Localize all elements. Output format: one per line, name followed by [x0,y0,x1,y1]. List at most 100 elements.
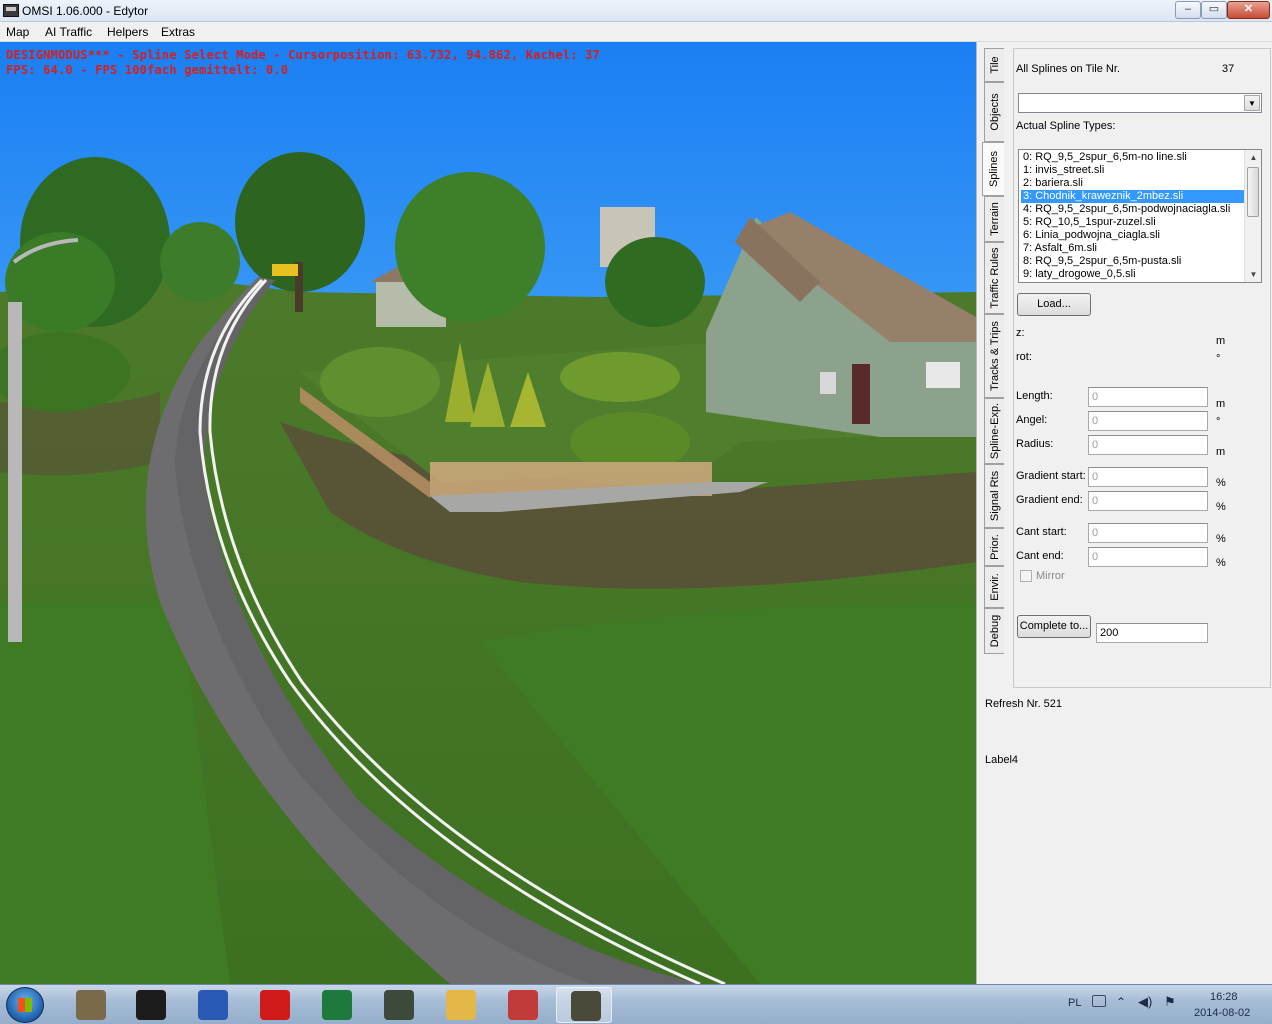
maximize-button[interactable]: ▭ [1201,1,1227,19]
close-button[interactable]: ✕ [1227,1,1270,19]
mirror-checkbox[interactable] [1020,570,1032,582]
list-item[interactable]: 6: Linia_podwojna_ciagla.sli [1021,229,1247,242]
vertical-tab-strip: Tile Objects Splines Terrain Traffic Rul… [982,48,1010,688]
molecule-icon [508,990,538,1020]
rot-unit: ° [1216,353,1221,365]
chevron-down-icon[interactable]: ▼ [1244,95,1260,111]
windows-taskbar: PL ⌃ ◀) ⚑ 16:28 2014-08-02 [0,984,1272,1024]
menu-extras[interactable]: Extras [161,25,195,39]
list-item[interactable]: 7: Asfalt_6m.sli [1021,242,1247,255]
all-splines-label: All Splines on Tile Nr. [1016,63,1120,75]
taskbar-app-omsi[interactable] [556,987,612,1023]
scroll-thumb[interactable] [1247,167,1259,217]
explorer-icon [446,990,476,1020]
radius-unit: m [1216,446,1226,458]
tab-tracks-trips[interactable]: Tracks & Trips [984,314,1004,398]
gradient-start-label: Gradient start: [1016,470,1086,482]
chevron-up-icon[interactable]: ⌃ [1116,995,1126,1009]
taskbar-app-molecule[interactable] [494,987,550,1023]
z-unit: m [1216,335,1226,347]
flag-icon[interactable]: ⚑ [1164,994,1176,1010]
menu-ai-traffic[interactable]: AI Traffic [45,25,92,39]
tab-envir[interactable]: Envir. [984,566,1004,608]
rot-label: rot: [1016,351,1032,363]
tab-prior[interactable]: Prior. [984,528,1004,566]
list-item[interactable]: 0: RQ_9,5_2spur_6,5m-no line.sli [1021,151,1247,164]
spline-select-combo[interactable]: ▼ [1018,93,1262,113]
keyboard-icon[interactable] [1092,995,1106,1007]
complete-to-field[interactable]: 200 [1096,623,1208,643]
load-button[interactable]: Load... [1017,293,1091,316]
editor-side-panel: Tile Objects Splines Terrain Traffic Rul… [976,42,1272,984]
tab-splines[interactable]: Splines [982,142,1004,196]
refresh-label: Refresh Nr. 521 [985,698,1063,710]
angel-label: Angel: [1016,414,1048,426]
tab-signal-rts[interactable]: Signal Rts [984,464,1004,528]
cant-start-label: Cant start: [1016,526,1067,538]
menu-helpers[interactable]: Helpers [107,25,148,39]
list-item[interactable]: 1: invis_street.sli [1021,164,1247,177]
clock-time[interactable]: 16:28 [1210,991,1238,1003]
mirror-label: Mirror [1036,570,1065,582]
cant-start-unit: % [1216,533,1226,545]
list-item[interactable]: 2: bariera.sli [1021,177,1247,190]
language-indicator[interactable]: PL [1068,997,1081,1009]
gradient-end-field[interactable]: 0 [1088,491,1208,511]
taskbar-app-devcpp[interactable] [184,987,240,1023]
tab-traffic-rules[interactable]: Traffic Rules [984,242,1004,314]
angel-unit: ° [1216,416,1221,428]
taskbar-app-gimp[interactable] [62,987,118,1023]
list-item[interactable]: 5: RQ_10,5_1spur-zuzel.sli [1021,216,1247,229]
menu-bar: Map AI Traffic Helpers Extras [0,22,1272,42]
omsi-app-icon [3,4,19,17]
clock-date[interactable]: 2014-08-02 [1194,1007,1250,1019]
tile-number: 37 [1222,63,1235,75]
spline-types-list[interactable]: 0: RQ_9,5_2spur_6,5m-no line.sli 1: invi… [1018,149,1262,283]
complete-to-button[interactable]: Complete to... [1017,615,1091,638]
scroll-down-icon[interactable]: ▼ [1246,267,1261,282]
taskbar-app-explorer[interactable] [432,987,488,1023]
z-label: z: [1016,327,1025,339]
tab-tile[interactable]: Tile [984,48,1004,82]
cant-end-field[interactable]: 0 [1088,547,1208,567]
cant-end-unit: % [1216,557,1226,569]
radius-field[interactable]: 0 [1088,435,1208,455]
gradient-start-field[interactable]: 0 [1088,467,1208,487]
list-item[interactable]: 9: laty_drogowe_0,5.sli [1021,268,1247,281]
tab-objects[interactable]: Objects [984,82,1004,142]
taskbar-app-excel[interactable] [308,987,364,1023]
title-bar: OMSI 1.06.000 - Edytor ‒ ▭ ✕ [0,0,1272,22]
tab-debug[interactable]: Debug [984,608,1004,654]
list-item-selected[interactable]: 3: Chodnik_kraweznik_2mbez.sli [1021,190,1247,203]
minimize-button[interactable]: ‒ [1175,1,1201,19]
devcpp-icon [198,990,228,1020]
gradient-start-unit: % [1216,477,1226,489]
window-title: OMSI 1.06.000 - Edytor [22,4,149,18]
3d-viewport[interactable]: DESIGNMODUS*** - Spline Select Mode - Cu… [0,42,976,984]
list-item[interactable]: 8: RQ_9,5_2spur_6,5m-pusta.sli [1021,255,1247,268]
tab-terrain[interactable]: Terrain [984,196,1004,242]
menu-map[interactable]: Map [6,25,29,39]
cant-start-field[interactable]: 0 [1088,523,1208,543]
gimp-icon [76,990,106,1020]
start-button[interactable] [6,987,44,1023]
gradient-end-label: Gradient end: [1016,494,1083,506]
list-scrollbar[interactable]: ▲ ▼ [1244,150,1261,282]
length-field[interactable]: 0 [1088,387,1208,407]
length-unit: m [1216,398,1226,410]
label4: Label4 [985,754,1019,766]
spotify-icon [136,990,166,1020]
taskbar-app-spotify[interactable] [122,987,178,1023]
tab-spline-exp[interactable]: Spline-Exp. [984,398,1004,464]
list-item[interactable]: 4: RQ_9,5_2spur_6,5m-podwojnaciagla.sli [1021,203,1247,216]
status-line-fps: FPS: 64.0 - FPS 100fach gemittelt: 0.0 [6,63,289,77]
monitor-icon [384,990,414,1020]
angel-field[interactable]: 0 [1088,411,1208,431]
opera-icon [260,990,290,1020]
volume-icon[interactable]: ◀) [1138,994,1152,1010]
scroll-up-icon[interactable]: ▲ [1246,150,1261,165]
gradient-end-unit: % [1216,501,1226,513]
taskbar-app-monitor[interactable] [370,987,426,1023]
cant-end-label: Cant end: [1016,550,1064,562]
taskbar-app-opera[interactable] [246,987,302,1023]
